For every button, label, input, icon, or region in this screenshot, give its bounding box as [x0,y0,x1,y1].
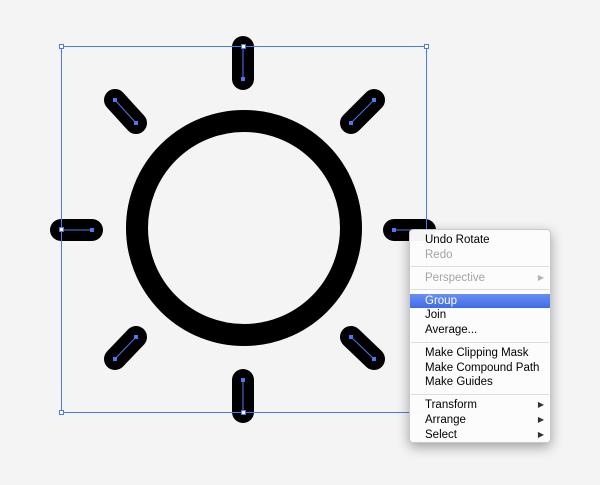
menu-separator [411,341,549,343]
menu-item-select[interactable]: Select ▶ [410,428,550,443]
menu-item-undo-rotate[interactable]: Undo Rotate [410,233,550,248]
menu-item-perspective: Perspective ▶ [410,271,550,286]
menu-item-label: Perspective [425,271,486,284]
submenu-arrow-icon: ▶ [537,272,544,282]
menu-item-label: Select [425,428,457,441]
menu-item-make-clipping-mask[interactable]: Make Clipping Mask [410,346,550,361]
menu-item-arrange[interactable]: Arrange ▶ [410,413,550,428]
menu-separator [411,266,549,268]
resize-handle-bottom-center[interactable] [241,410,246,415]
context-menu[interactable]: Undo Rotate Redo Perspective ▶ Group Joi… [409,229,551,443]
resize-handle-top-right[interactable] [424,44,429,49]
resize-handle-top-center[interactable] [241,44,246,49]
menu-item-label: Make Compound Path [425,361,540,374]
resize-handle-bottom-left[interactable] [59,410,64,415]
menu-separator [411,289,549,291]
resize-handle-middle-left[interactable] [59,227,64,232]
menu-item-label: Join [425,309,447,322]
menu-item-label: Undo Rotate [425,234,490,246]
menu-item-redo: Redo [410,248,550,263]
menu-separator [411,393,549,395]
menu-item-label: Group [425,294,457,307]
menu-item-transform[interactable]: Transform ▶ [410,398,550,413]
menu-item-label: Redo [425,248,453,261]
sun-ring[interactable] [126,110,362,346]
menu-item-average[interactable]: Average... [410,323,550,338]
menu-item-group[interactable]: Group [410,293,550,309]
submenu-arrow-icon: ▶ [537,429,544,439]
menu-item-make-guides[interactable]: Make Guides [410,375,550,390]
menu-item-make-compound-path[interactable]: Make Compound Path [410,361,550,376]
sun-icon[interactable] [50,36,436,423]
menu-item-join[interactable]: Join [410,308,550,323]
menu-item-label: Arrange [425,413,466,426]
resize-handle-top-left[interactable] [59,44,64,49]
menu-item-label: Make Clipping Mask [425,347,529,360]
menu-item-label: Average... [425,323,478,336]
menu-item-label: Transform [425,399,477,412]
menu-item-label: Make Guides [425,376,493,389]
submenu-arrow-icon: ▶ [537,414,544,424]
submenu-arrow-icon: ▶ [537,400,544,410]
